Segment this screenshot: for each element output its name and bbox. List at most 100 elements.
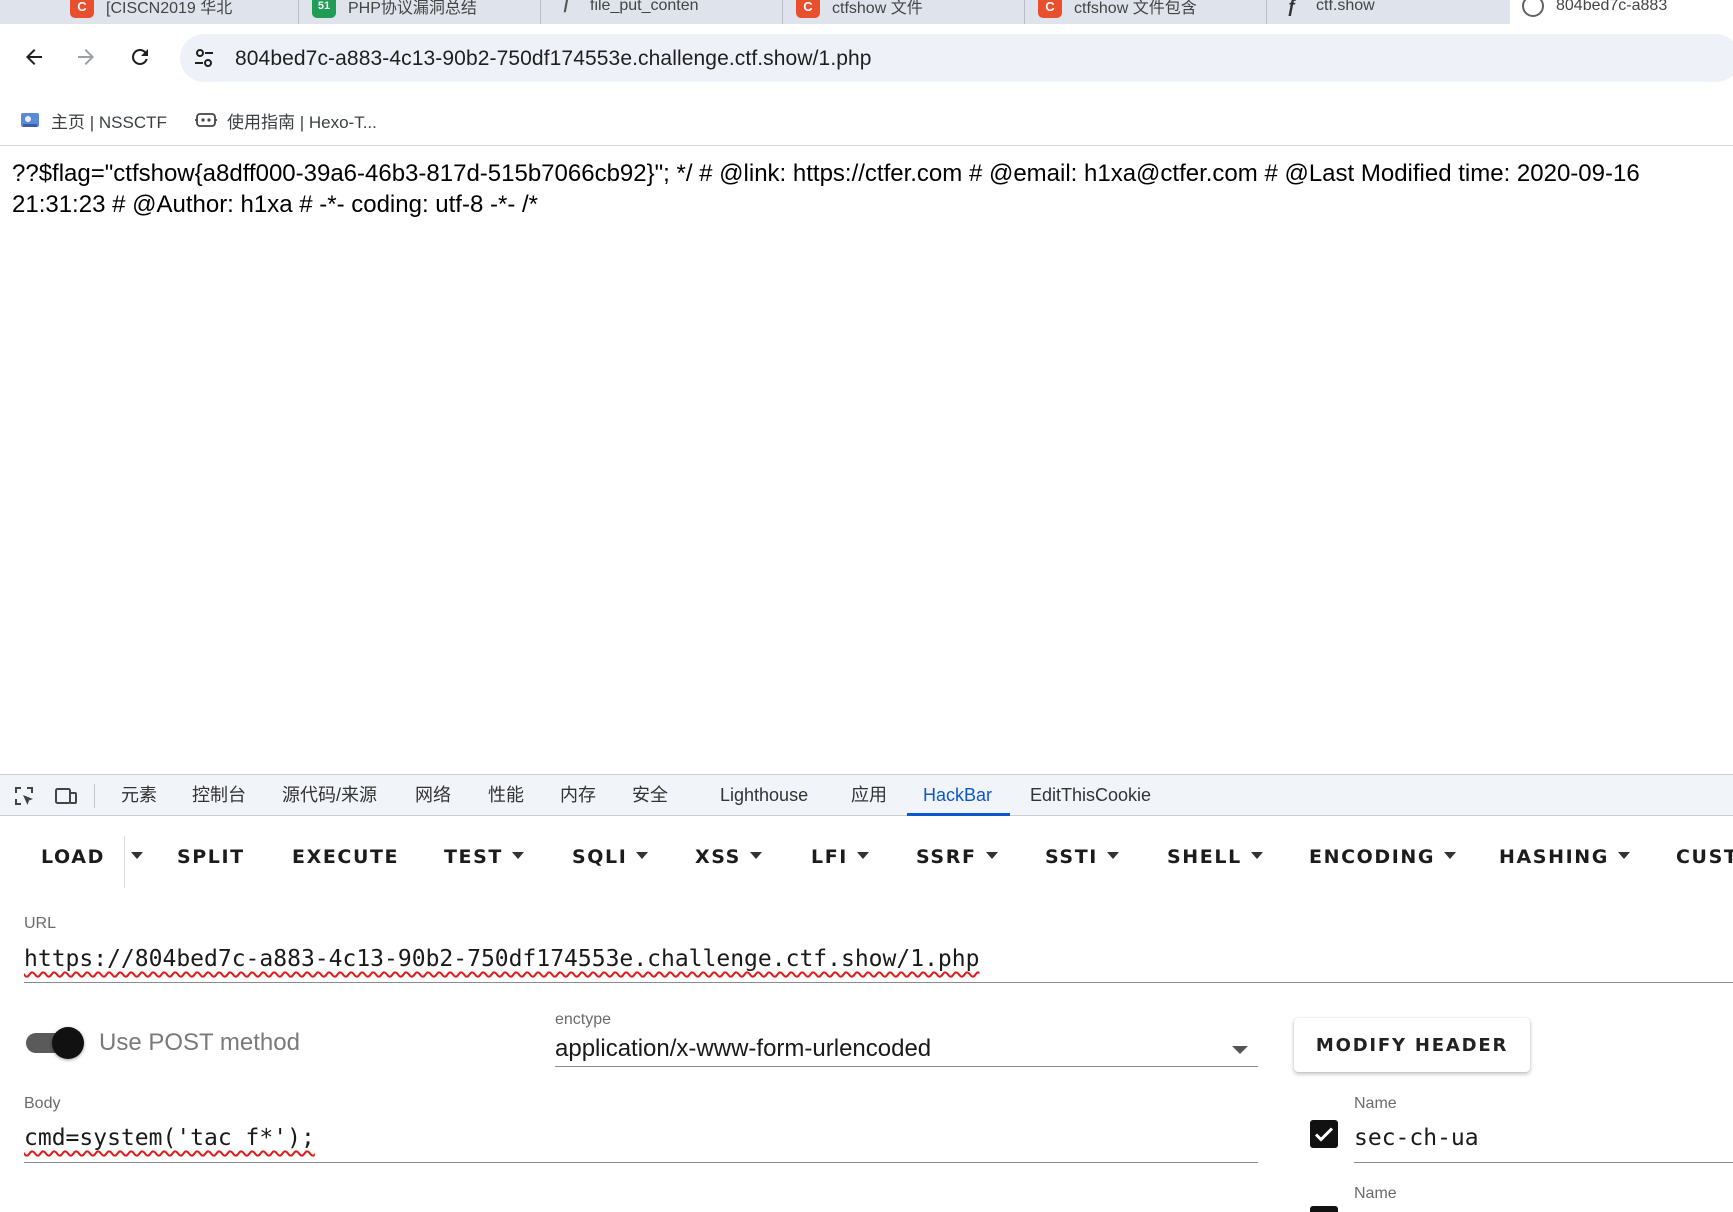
load-button[interactable]: LOAD: [41, 832, 105, 882]
tab-ciscn[interactable]: C [CISCN2019 华北: [58, 0, 298, 24]
sqli-menu[interactable]: SQLI: [572, 832, 649, 882]
page-output: ??$flag="ctfshow{a8dff000-39a6-46b3-817d…: [12, 158, 1733, 220]
csdn-favicon-icon: C: [796, 0, 820, 18]
header-name-input[interactable]: sec-ch-ua: [1354, 1125, 1479, 1151]
devtools-divider: [94, 784, 95, 808]
post-method-label: Use POST method: [99, 1029, 300, 1056]
modify-header-button[interactable]: MODIFY HEADER: [1294, 1018, 1530, 1072]
tab-partial[interactable]: [0, 0, 50, 24]
header-enable-checkbox[interactable]: [1310, 1206, 1338, 1212]
caret-down-icon: [131, 852, 143, 859]
csdn-favicon-icon: C: [70, 0, 94, 18]
device-toolbar-icon[interactable]: [54, 784, 78, 808]
bookmarks-bar: 主页 | NSSCTF 使用指南 | Hexo-T...: [0, 96, 1733, 146]
hackbar-panel: LOAD SPLIT EXECUTE TEST SQLI XSS LFI SSR…: [0, 816, 1733, 1212]
encoding-menu[interactable]: ENCODING: [1309, 832, 1457, 882]
custom-menu[interactable]: CUST: [1676, 832, 1733, 882]
page-output-line: ??$flag="ctfshow{a8dff000-39a6-46b3-817d…: [12, 160, 1640, 187]
arrow-left-icon: [26, 49, 42, 65]
devtools-tab-hackbar[interactable]: HackBar: [906, 775, 1011, 816]
body-label: Body: [24, 1095, 61, 1112]
devtools-tab-application[interactable]: 应用: [851, 775, 887, 815]
shell-menu[interactable]: SHELL: [1167, 832, 1263, 882]
ssti-menu[interactable]: SSTI: [1045, 832, 1119, 882]
tab-file-put-contents[interactable]: / file_put_conten: [542, 0, 782, 24]
tab-title: 804bed7c-a883: [1556, 0, 1668, 14]
devtools-tab-memory[interactable]: 内存: [560, 775, 596, 815]
lfi-menu[interactable]: LFI: [811, 832, 869, 882]
caret-down-icon: [749, 852, 762, 859]
devtools-tab-elements[interactable]: 元素: [121, 775, 157, 815]
test-menu[interactable]: TEST: [444, 832, 524, 882]
devtools-tab-network[interactable]: 网络: [415, 775, 451, 815]
inspect-element-icon[interactable]: [12, 784, 36, 808]
nssctf-favicon-icon: [18, 108, 42, 132]
bookmark-label: 使用指南 | Hexo-T...: [227, 112, 377, 132]
reload-icon: [131, 48, 148, 65]
csdn-favicon-icon: C: [1038, 0, 1062, 18]
caret-down-icon: [1106, 852, 1119, 859]
bookmark-hexo[interactable]: 使用指南 | Hexo-T...: [194, 104, 377, 136]
caret-down-icon: [511, 852, 524, 859]
header-enable-checkbox[interactable]: [1310, 1120, 1338, 1148]
caret-down-icon: [1250, 852, 1263, 859]
url-underline: [24, 982, 1733, 983]
hashing-menu[interactable]: HASHING: [1499, 832, 1630, 882]
tab-ctfshow-file[interactable]: C ctfshow 文件: [784, 0, 1024, 24]
tab-divider: [1024, 0, 1025, 24]
url-label: URL: [24, 915, 57, 932]
enctype-underline: [555, 1066, 1258, 1067]
bookmark-label: 主页 | NSSCTF: [51, 112, 167, 132]
tab-divider: [540, 0, 541, 24]
xss-menu[interactable]: XSS: [695, 832, 762, 882]
ssrf-menu[interactable]: SSRF: [916, 832, 998, 882]
caret-down-icon: [636, 852, 649, 859]
post-method-toggle[interactable]: [26, 1027, 84, 1059]
tab-ctf-show[interactable]: ƒ ctf.show: [1268, 0, 1508, 24]
devtools-tab-bar: 元素 控制台 源代码/来源 网络 性能 内存 安全 Lighthouse 应用 …: [0, 774, 1733, 816]
arrow-right-icon: [78, 49, 94, 65]
execute-button[interactable]: EXECUTE: [292, 832, 399, 882]
address-bar[interactable]: 804bed7c-a883-4c13-90b2-750df174553e.cha…: [180, 34, 1733, 82]
site-settings-icon[interactable]: [192, 46, 216, 70]
body-input[interactable]: cmd=system('tac f*');: [24, 1125, 315, 1151]
browser-toolbar: 804bed7c-a883-4c13-90b2-750df174553e.cha…: [0, 24, 1733, 96]
caret-down-icon: [985, 852, 998, 859]
devtools-tab-lighthouse[interactable]: Lighthouse: [720, 775, 808, 815]
bookmark-nssctf[interactable]: 主页 | NSSCTF: [18, 104, 167, 136]
devtools-tab-security[interactable]: 安全: [632, 775, 668, 815]
body-input-text: cmd=system('tac f*');: [24, 1125, 315, 1151]
split-button[interactable]: SPLIT: [177, 832, 245, 882]
tab-divider: [1266, 0, 1267, 24]
devtools-tab-sources[interactable]: 源代码/来源: [282, 775, 377, 815]
tab-ctfshow-include[interactable]: C ctfshow 文件包含: [1026, 0, 1266, 24]
devtools-tab-performance[interactable]: 性能: [488, 775, 524, 815]
address-url[interactable]: 804bed7c-a883-4c13-90b2-750df174553e.cha…: [235, 47, 872, 71]
doc-favicon-icon: /: [563, 0, 569, 16]
tab-title: ctf.show: [1316, 0, 1375, 14]
back-button[interactable]: [14, 37, 54, 77]
reload-button[interactable]: [120, 37, 160, 77]
tab-title: [CISCN2019 华北: [106, 0, 233, 17]
tab-active-challenge[interactable]: 804bed7c-a883: [1510, 0, 1733, 24]
tab-divider: [782, 0, 783, 24]
forward-button[interactable]: [66, 37, 106, 77]
tab-strip: C [CISCN2019 华北 51 PHP协议漏洞总结 / file_put_…: [0, 0, 1733, 24]
load-dropdown-button[interactable]: [131, 832, 143, 882]
dropdown-arrow-icon[interactable]: [1232, 1046, 1248, 1054]
site-favicon-icon: 51: [312, 0, 336, 18]
devtools-tab-editthiscookie[interactable]: EditThisCookie: [1030, 775, 1151, 815]
url-input[interactable]: https://804bed7c-a883-4c13-90b2-750df174…: [24, 946, 979, 972]
checkmark-icon: [1314, 1127, 1334, 1142]
header-name-underline: [1354, 1162, 1733, 1163]
tab-title: file_put_conten: [590, 0, 699, 14]
tab-php-protocol[interactable]: 51 PHP协议漏洞总结: [300, 0, 540, 24]
toggle-knob: [52, 1027, 84, 1059]
tab-title: PHP协议漏洞总结: [348, 0, 477, 17]
body-underline: [24, 1162, 1258, 1163]
devtools-tab-console[interactable]: 控制台: [192, 775, 246, 815]
caret-down-icon: [856, 852, 869, 859]
enctype-select[interactable]: application/x-www-form-urlencoded: [555, 1035, 931, 1063]
tab-title: ctfshow 文件: [832, 0, 923, 17]
header-name-label: Name: [1354, 1095, 1397, 1112]
